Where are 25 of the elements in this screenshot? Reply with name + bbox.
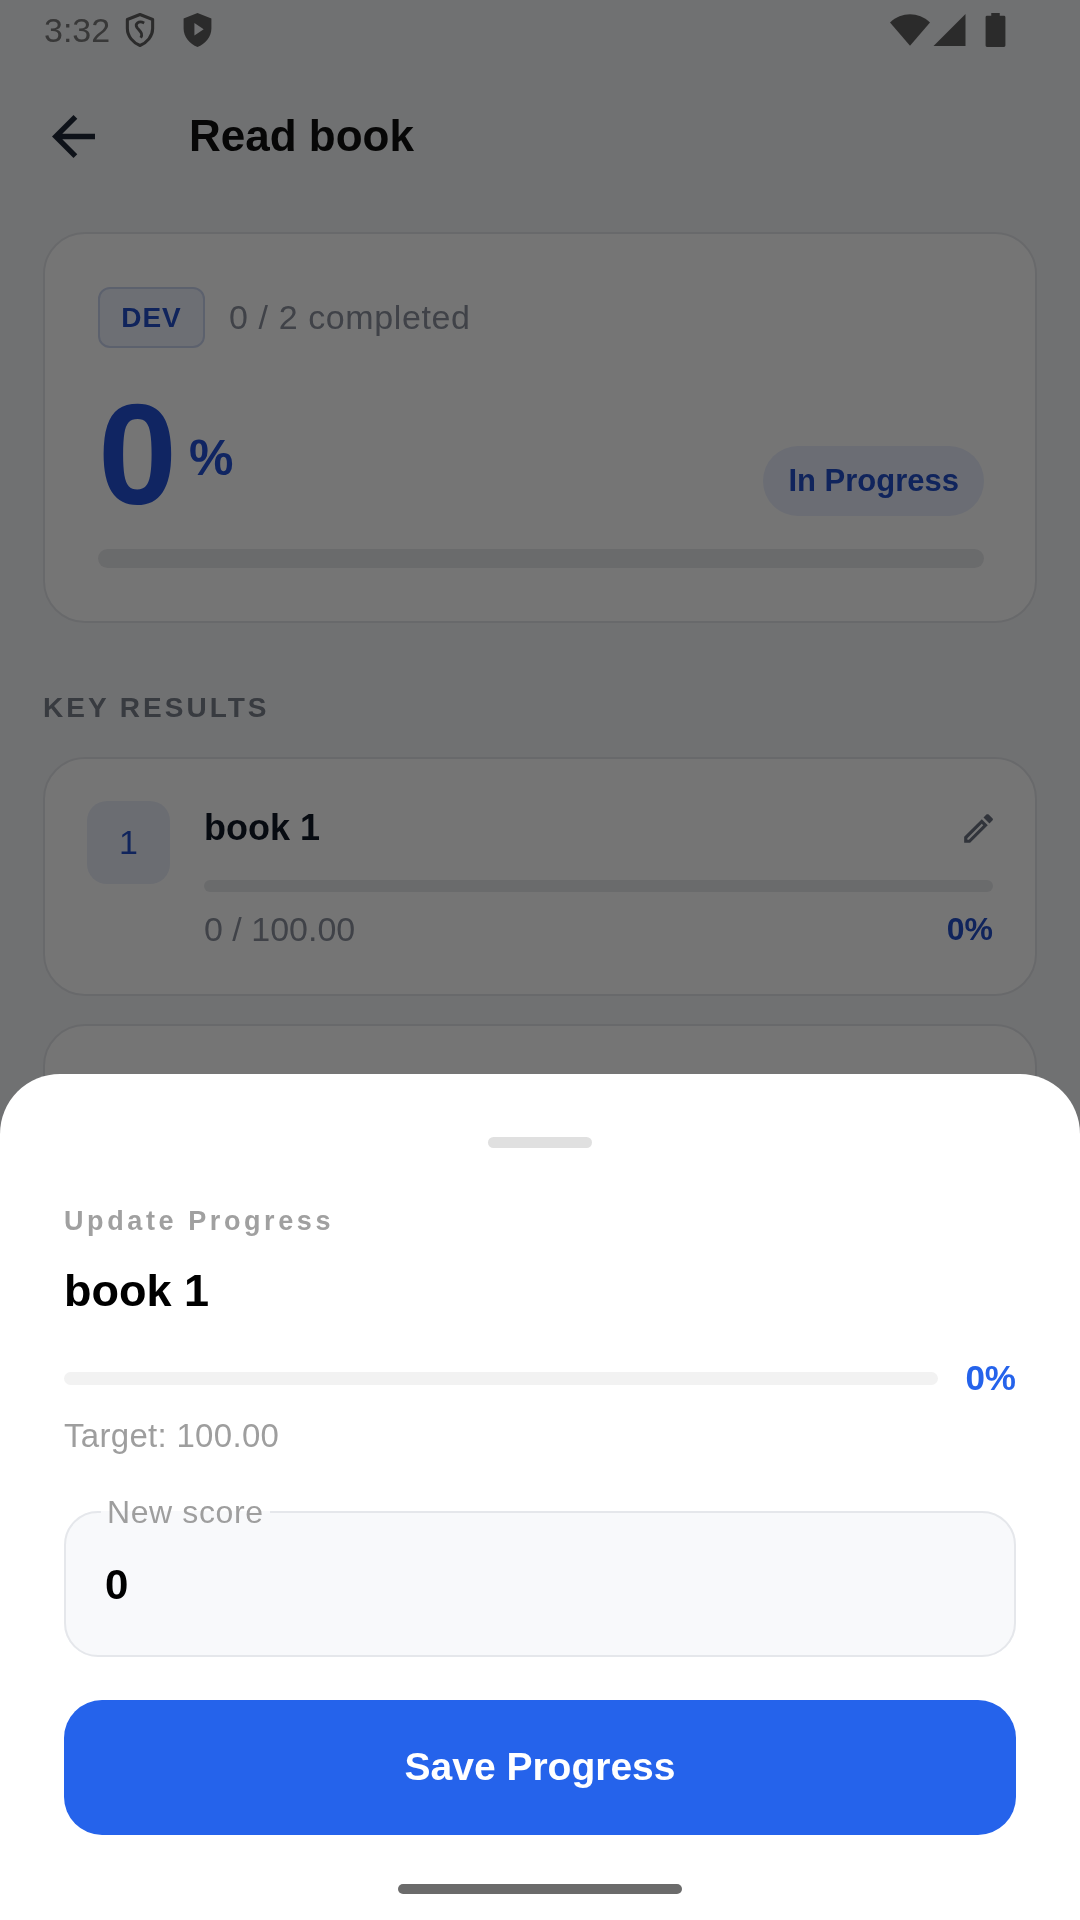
save-progress-button[interactable]: Save Progress <box>64 1700 1016 1835</box>
target-text: Target: 100.00 <box>64 1416 281 1456</box>
page-title: Read book <box>189 109 414 162</box>
signal-icon <box>933 14 966 46</box>
percent-text: 0% <box>946 910 993 949</box>
shield-icon <box>125 13 156 47</box>
sheet-subtitle: Update Progress <box>64 1205 336 1238</box>
back-arrow-icon[interactable] <box>52 114 95 158</box>
section-heading: KEY RESULTS <box>43 691 271 725</box>
shield-play-icon <box>183 13 213 47</box>
clock-time: 3:32 <box>44 13 111 47</box>
key-result-title: book 1 <box>204 806 320 850</box>
index-tile: 1 <box>87 801 170 884</box>
pencil-icon[interactable] <box>964 813 993 843</box>
category-tag: DEV <box>98 287 205 348</box>
drag-handle[interactable] <box>488 1137 592 1148</box>
score-input[interactable]: 0 <box>105 1553 975 1617</box>
percent-sign: % <box>189 433 234 483</box>
battery-icon <box>985 13 1006 47</box>
status-chip: In Progress <box>763 446 984 516</box>
percent-text: 0% <box>965 1357 1016 1399</box>
wifi-icon <box>890 14 930 46</box>
percent-value: 0 <box>98 384 177 522</box>
sheet-title: book 1 <box>64 1264 211 1318</box>
field-label: New score <box>106 1494 265 1530</box>
